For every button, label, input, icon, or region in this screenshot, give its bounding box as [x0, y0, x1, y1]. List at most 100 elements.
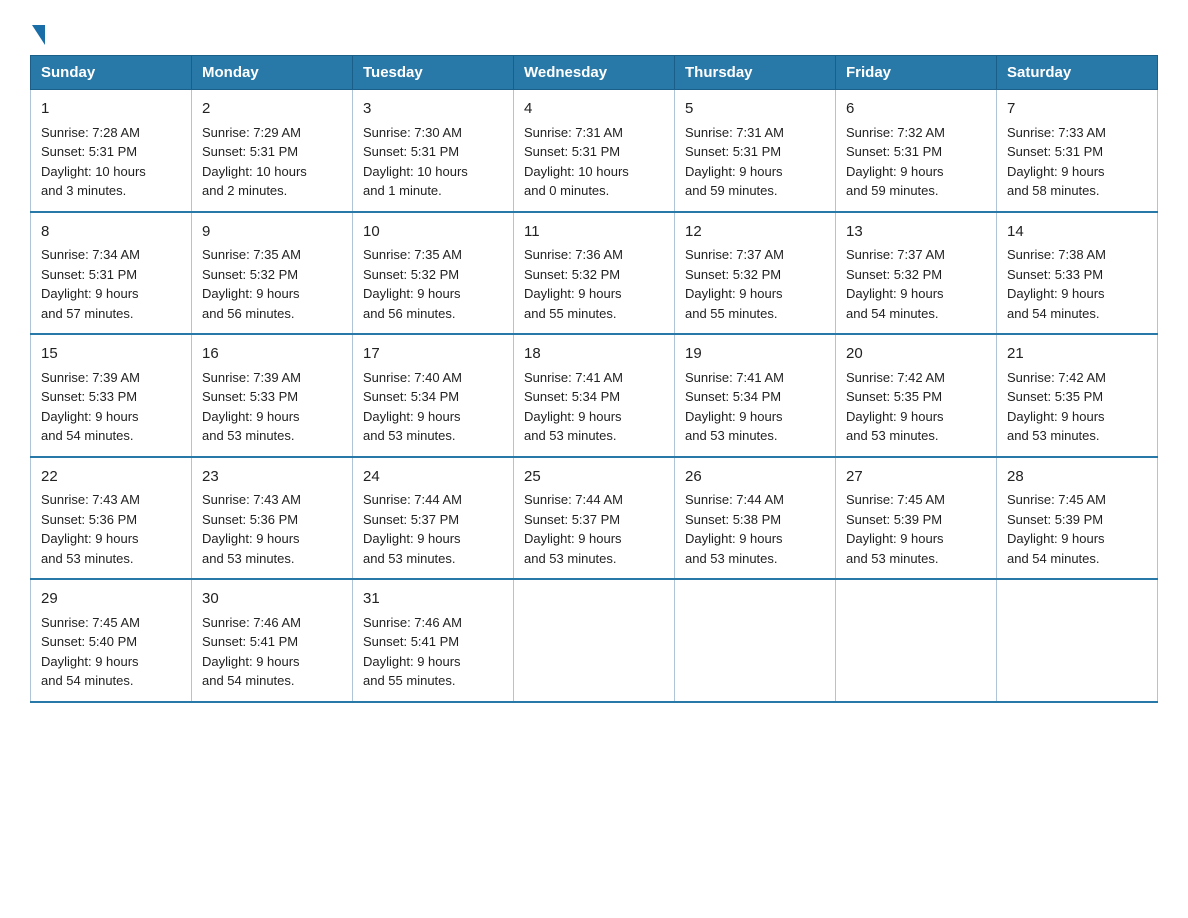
day-number: 2 [202, 98, 342, 121]
day-sunrise: Sunrise: 7:45 AMSunset: 5:40 PMDaylight:… [41, 615, 140, 689]
header-cell-sunday: Sunday [31, 56, 192, 90]
day-cell: 16 Sunrise: 7:39 AMSunset: 5:33 PMDayligh… [192, 334, 353, 457]
day-cell: 10Sunrise: 7:35 AMSunset: 5:32 PMDayligh… [353, 212, 514, 335]
day-sunrise: Sunrise: 7:38 AMSunset: 5:33 PMDaylight:… [1007, 247, 1106, 321]
day-sunrise: Sunrise: 7:41 AMSunset: 5:34 PMDaylight:… [685, 370, 784, 444]
day-cell: 19 Sunrise: 7:41 AMSunset: 5:34 PMDayligh… [675, 334, 836, 457]
day-cell: 21 Sunrise: 7:42 AMSunset: 5:35 PMDayligh… [997, 334, 1158, 457]
day-sunrise: Sunrise: 7:45 AMSunset: 5:39 PMDaylight:… [1007, 492, 1106, 566]
logo-text [30, 25, 47, 45]
day-sunrise: Sunrise: 7:35 AMSunset: 5:32 PMDaylight:… [363, 247, 462, 321]
day-cell [997, 579, 1158, 702]
day-number: 31 [363, 588, 503, 611]
day-number: 18 [524, 343, 664, 366]
day-cell: 5 Sunrise: 7:31 AMSunset: 5:31 PMDaylight… [675, 90, 836, 212]
day-number: 15 [41, 343, 181, 366]
day-sunrise: Sunrise: 7:46 AMSunset: 5:41 PMDaylight:… [363, 615, 462, 689]
day-number: 11 [524, 221, 664, 244]
day-cell: 23Sunrise: 7:43 AMSunset: 5:36 PMDayligh… [192, 457, 353, 580]
day-sunrise: Sunrise: 7:36 AMSunset: 5:32 PMDaylight:… [524, 247, 623, 321]
day-cell: 29 Sunrise: 7:45 AMSunset: 5:40 PMDayligh… [31, 579, 192, 702]
day-cell: 7 Sunrise: 7:33 AMSunset: 5:31 PMDaylight… [997, 90, 1158, 212]
day-number: 8 [41, 221, 181, 244]
day-cell: 20 Sunrise: 7:42 AMSunset: 5:35 PMDayligh… [836, 334, 997, 457]
day-number: 23 [202, 466, 342, 489]
day-sunrise: Sunrise: 7:43 AMSunset: 5:36 PMDaylight:… [41, 492, 140, 566]
day-sunrise: Sunrise: 7:31 AMSunset: 5:31 PMDaylight:… [524, 125, 629, 199]
day-number: 5 [685, 98, 825, 121]
day-cell: 22 Sunrise: 7:43 AMSunset: 5:36 PMDayligh… [31, 457, 192, 580]
calendar-body: 1Sunrise: 7:28 AMSunset: 5:31 PMDaylight… [31, 90, 1158, 702]
day-cell: 6Sunrise: 7:32 AMSunset: 5:31 PMDaylight… [836, 90, 997, 212]
day-number: 16 [202, 343, 342, 366]
day-sunrise: Sunrise: 7:45 AMSunset: 5:39 PMDaylight:… [846, 492, 945, 566]
header-cell-thursday: Thursday [675, 56, 836, 90]
day-sunrise: Sunrise: 7:42 AMSunset: 5:35 PMDaylight:… [1007, 370, 1106, 444]
day-sunrise: Sunrise: 7:41 AMSunset: 5:34 PMDaylight:… [524, 370, 623, 444]
day-sunrise: Sunrise: 7:30 AMSunset: 5:31 PMDaylight:… [363, 125, 468, 199]
calendar-table: SundayMondayTuesdayWednesdayThursdayFrid… [30, 55, 1158, 703]
header-row: SundayMondayTuesdayWednesdayThursdayFrid… [31, 56, 1158, 90]
day-sunrise: Sunrise: 7:35 AMSunset: 5:32 PMDaylight:… [202, 247, 301, 321]
day-number: 14 [1007, 221, 1147, 244]
day-cell: 1Sunrise: 7:28 AMSunset: 5:31 PMDaylight… [31, 90, 192, 212]
header [30, 20, 1158, 45]
day-number: 29 [41, 588, 181, 611]
day-sunrise: Sunrise: 7:44 AMSunset: 5:38 PMDaylight:… [685, 492, 784, 566]
header-cell-saturday: Saturday [997, 56, 1158, 90]
day-sunrise: Sunrise: 7:44 AMSunset: 5:37 PMDaylight:… [363, 492, 462, 566]
header-cell-wednesday: Wednesday [514, 56, 675, 90]
day-cell [675, 579, 836, 702]
day-cell: 28 Sunrise: 7:45 AMSunset: 5:39 PMDayligh… [997, 457, 1158, 580]
day-number: 17 [363, 343, 503, 366]
day-number: 4 [524, 98, 664, 121]
day-cell: 2Sunrise: 7:29 AMSunset: 5:31 PMDaylight… [192, 90, 353, 212]
logo-triangle-icon [32, 25, 45, 45]
day-number: 7 [1007, 98, 1147, 121]
day-cell: 9Sunrise: 7:35 AMSunset: 5:32 PMDaylight… [192, 212, 353, 335]
day-sunrise: Sunrise: 7:31 AMSunset: 5:31 PMDaylight:… [685, 125, 784, 199]
week-row-5: 29 Sunrise: 7:45 AMSunset: 5:40 PMDayligh… [31, 579, 1158, 702]
day-sunrise: Sunrise: 7:33 AMSunset: 5:31 PMDaylight:… [1007, 125, 1106, 199]
day-cell [514, 579, 675, 702]
day-number: 24 [363, 466, 503, 489]
day-sunrise: Sunrise: 7:37 AMSunset: 5:32 PMDaylight:… [846, 247, 945, 321]
day-number: 13 [846, 221, 986, 244]
day-number: 28 [1007, 466, 1147, 489]
day-sunrise: Sunrise: 7:28 AMSunset: 5:31 PMDaylight:… [41, 125, 146, 199]
day-sunrise: Sunrise: 7:39 AMSunset: 5:33 PMDaylight:… [202, 370, 301, 444]
day-sunrise: Sunrise: 7:34 AMSunset: 5:31 PMDaylight:… [41, 247, 140, 321]
day-number: 25 [524, 466, 664, 489]
day-cell: 8 Sunrise: 7:34 AMSunset: 5:31 PMDaylight… [31, 212, 192, 335]
day-sunrise: Sunrise: 7:42 AMSunset: 5:35 PMDaylight:… [846, 370, 945, 444]
page: SundayMondayTuesdayWednesdayThursdayFrid… [0, 0, 1188, 733]
day-number: 22 [41, 466, 181, 489]
day-sunrise: Sunrise: 7:37 AMSunset: 5:32 PMDaylight:… [685, 247, 784, 321]
day-number: 3 [363, 98, 503, 121]
day-cell: 15 Sunrise: 7:39 AMSunset: 5:33 PMDayligh… [31, 334, 192, 457]
day-cell: 12 Sunrise: 7:37 AMSunset: 5:32 PMDayligh… [675, 212, 836, 335]
day-sunrise: Sunrise: 7:40 AMSunset: 5:34 PMDaylight:… [363, 370, 462, 444]
day-number: 19 [685, 343, 825, 366]
day-sunrise: Sunrise: 7:39 AMSunset: 5:33 PMDaylight:… [41, 370, 140, 444]
day-sunrise: Sunrise: 7:44 AMSunset: 5:37 PMDaylight:… [524, 492, 623, 566]
logo [30, 25, 47, 45]
day-cell: 26 Sunrise: 7:44 AMSunset: 5:38 PMDayligh… [675, 457, 836, 580]
day-number: 26 [685, 466, 825, 489]
day-number: 21 [1007, 343, 1147, 366]
day-cell: 17 Sunrise: 7:40 AMSunset: 5:34 PMDayligh… [353, 334, 514, 457]
week-row-4: 22 Sunrise: 7:43 AMSunset: 5:36 PMDayligh… [31, 457, 1158, 580]
day-cell: 18 Sunrise: 7:41 AMSunset: 5:34 PMDayligh… [514, 334, 675, 457]
day-cell [836, 579, 997, 702]
day-cell: 4 Sunrise: 7:31 AMSunset: 5:31 PMDaylight… [514, 90, 675, 212]
day-cell: 13 Sunrise: 7:37 AMSunset: 5:32 PMDayligh… [836, 212, 997, 335]
day-sunrise: Sunrise: 7:32 AMSunset: 5:31 PMDaylight:… [846, 125, 945, 199]
header-cell-friday: Friday [836, 56, 997, 90]
day-number: 12 [685, 221, 825, 244]
day-cell: 31 Sunrise: 7:46 AMSunset: 5:41 PMDayligh… [353, 579, 514, 702]
header-cell-tuesday: Tuesday [353, 56, 514, 90]
day-sunrise: Sunrise: 7:46 AMSunset: 5:41 PMDaylight:… [202, 615, 301, 689]
day-number: 20 [846, 343, 986, 366]
day-cell: 24 Sunrise: 7:44 AMSunset: 5:37 PMDayligh… [353, 457, 514, 580]
week-row-2: 8 Sunrise: 7:34 AMSunset: 5:31 PMDaylight… [31, 212, 1158, 335]
